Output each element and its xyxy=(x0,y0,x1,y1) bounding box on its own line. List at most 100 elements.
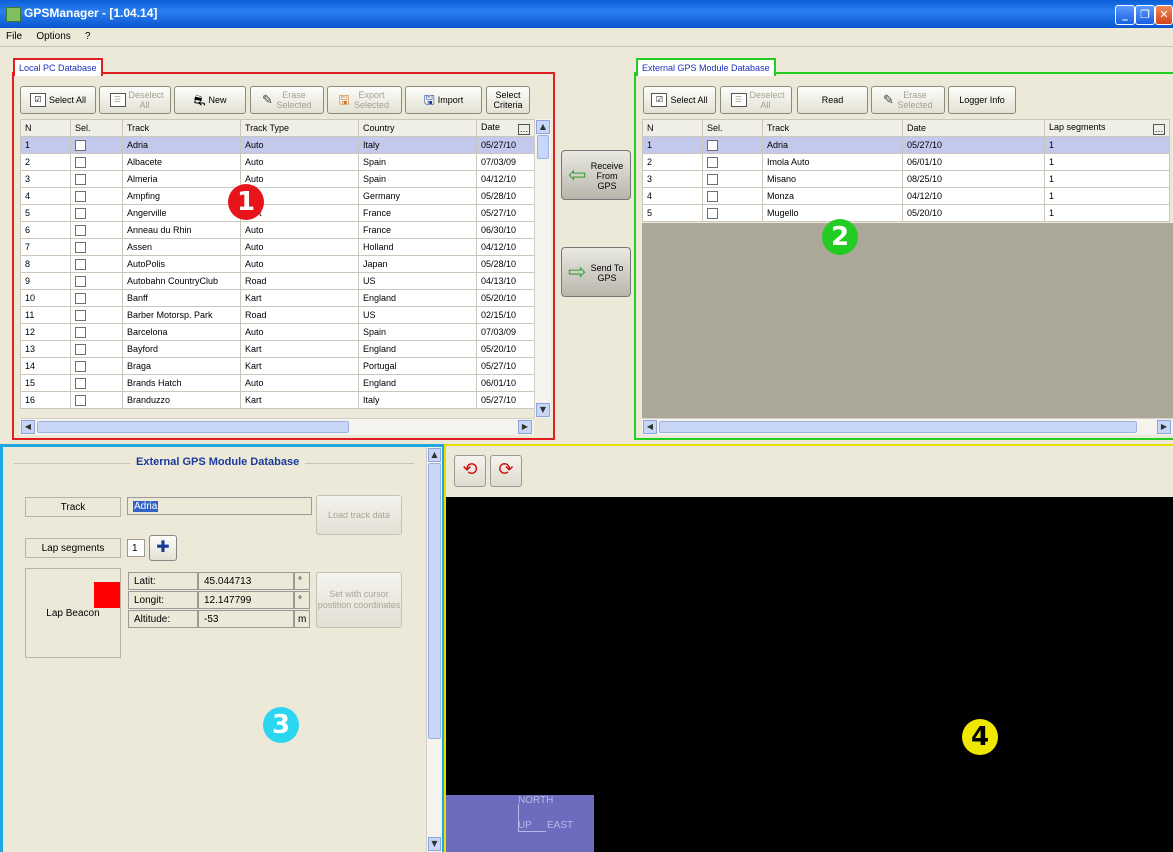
scroll-right-icon[interactable]: ▶ xyxy=(1157,420,1171,434)
scroll-up-icon[interactable]: ▲ xyxy=(536,120,550,134)
table-row[interactable]: 1 Adria Auto Italy 05/27/10 xyxy=(20,136,535,154)
table-row[interactable]: 13 Bayford Kart England 05/20/10 xyxy=(20,340,535,358)
table-row[interactable]: 4 Monza 04/12/10 1 xyxy=(642,187,1170,205)
col-track-type[interactable]: Track Type xyxy=(240,119,359,137)
scroll-left-icon[interactable]: ◀ xyxy=(21,420,35,434)
scroll-up-icon[interactable]: ▲ xyxy=(428,448,441,462)
col-track[interactable]: Track xyxy=(762,119,903,137)
row-checkbox-cell[interactable] xyxy=(702,170,763,188)
menu-help[interactable]: ? xyxy=(79,28,96,42)
row-checkbox-cell[interactable] xyxy=(70,255,123,273)
logger-info-button[interactable]: Logger Info xyxy=(948,86,1016,114)
track-field[interactable]: Adria xyxy=(127,497,312,515)
row-checkbox-cell[interactable] xyxy=(70,306,123,324)
external-db-tab[interactable]: External GPS Module Database xyxy=(636,58,776,76)
import-button[interactable]: 🖫 Import xyxy=(405,86,482,114)
table-row[interactable]: 7 Assen Auto Holland 04/12/10 xyxy=(20,238,535,256)
table-row[interactable]: 10 Banff Kart England 05/20/10 xyxy=(20,289,535,307)
table-row[interactable]: 6 Anneau du Rhin Auto France 06/30/10 xyxy=(20,221,535,239)
row-checkbox[interactable] xyxy=(75,224,86,236)
minimize-button[interactable]: _ xyxy=(1115,5,1135,25)
scroll-right-icon[interactable]: ▶ xyxy=(518,420,532,434)
detail-vscroll[interactable]: ▲ ▼ xyxy=(426,447,442,852)
ext-select-all-button[interactable]: ☑ Select All xyxy=(643,86,716,114)
row-checkbox[interactable] xyxy=(707,190,718,202)
menu-options[interactable]: Options xyxy=(30,28,75,42)
row-checkbox-cell[interactable] xyxy=(70,391,123,409)
row-checkbox-cell[interactable] xyxy=(70,204,123,222)
col-sel[interactable]: Sel. xyxy=(702,119,763,137)
table-row[interactable]: 3 Almeria Auto Spain 04/12/10 xyxy=(20,170,535,188)
select-criteria-button[interactable]: Select Criteria xyxy=(486,86,530,114)
table-row[interactable]: 11 Barber Motorsp. Park Road US 02/15/10 xyxy=(20,306,535,324)
row-checkbox-cell[interactable] xyxy=(70,153,123,171)
scroll-thumb[interactable] xyxy=(537,135,549,159)
row-checkbox[interactable] xyxy=(75,190,86,202)
column-chooser-icon[interactable]: … xyxy=(1153,123,1165,135)
table-row[interactable]: 2 Albacete Auto Spain 07/03/09 xyxy=(20,153,535,171)
column-chooser-icon[interactable]: … xyxy=(518,123,530,135)
external-db-hscroll[interactable]: ◀ ▶ xyxy=(642,418,1173,435)
rotate-right-button[interactable]: ⟳ xyxy=(490,455,522,487)
row-checkbox-cell[interactable] xyxy=(70,187,123,205)
row-checkbox-cell[interactable] xyxy=(70,238,123,256)
row-checkbox-cell[interactable] xyxy=(70,221,123,239)
row-checkbox[interactable] xyxy=(707,139,718,151)
scroll-down-icon[interactable]: ▼ xyxy=(428,837,441,851)
table-row[interactable]: 8 AutoPolis Auto Japan 05/28/10 xyxy=(20,255,535,273)
table-row[interactable]: 12 Barcelona Auto Spain 07/03/09 xyxy=(20,323,535,341)
export-selected-button[interactable]: 🖫 Export Selected xyxy=(327,86,402,114)
row-checkbox-cell[interactable] xyxy=(70,357,123,375)
col-country[interactable]: Country xyxy=(358,119,477,137)
erase-selected-button[interactable]: ✎ Erase Selected xyxy=(250,86,324,114)
row-checkbox[interactable] xyxy=(75,275,86,287)
row-checkbox-cell[interactable] xyxy=(702,136,763,154)
read-button[interactable]: Read xyxy=(797,86,868,114)
col-n[interactable]: N xyxy=(642,119,703,137)
table-row[interactable]: 5 Mugello 05/20/10 1 xyxy=(642,204,1170,222)
row-checkbox[interactable] xyxy=(75,258,86,270)
col-sel[interactable]: Sel. xyxy=(70,119,123,137)
hscroll-thumb[interactable] xyxy=(659,421,1137,433)
close-button[interactable]: ✕ xyxy=(1155,5,1173,25)
row-checkbox-cell[interactable] xyxy=(70,340,123,358)
row-checkbox[interactable] xyxy=(75,326,86,338)
select-all-button[interactable]: ☑ Select All xyxy=(20,86,96,114)
lap-segments-field[interactable]: 1 xyxy=(127,539,145,557)
row-checkbox[interactable] xyxy=(75,207,86,219)
row-checkbox[interactable] xyxy=(75,173,86,185)
row-checkbox[interactable] xyxy=(707,156,718,168)
table-row[interactable]: 5AngervilleKartFrance05/27/10 xyxy=(20,204,535,222)
longit-field[interactable]: 12.147799 xyxy=(198,591,294,609)
table-row[interactable]: 9 Autobahn CountryClub Road US 04/13/10 xyxy=(20,272,535,290)
row-checkbox[interactable] xyxy=(75,139,86,151)
row-checkbox[interactable] xyxy=(75,343,86,355)
col-date[interactable]: Date xyxy=(902,119,1045,137)
col-lap-segments[interactable]: Lap segments… xyxy=(1044,119,1170,137)
row-checkbox-cell[interactable] xyxy=(702,153,763,171)
set-with-cursor-button[interactable]: Set with cursor postition coordinates xyxy=(316,572,402,628)
row-checkbox[interactable] xyxy=(75,292,86,304)
table-row[interactable]: 4AmpfingKartGermany05/28/10 xyxy=(20,187,535,205)
deselect-all-button[interactable]: ☰ Deselect All xyxy=(99,86,171,114)
table-row[interactable]: 16 Branduzzo Kart Italy 05/27/10 xyxy=(20,391,535,409)
scroll-left-icon[interactable]: ◀ xyxy=(643,420,657,434)
row-checkbox[interactable] xyxy=(75,309,86,321)
scroll-thumb[interactable] xyxy=(428,463,441,739)
new-button[interactable]: ⛐ New xyxy=(174,86,246,114)
table-row[interactable]: 1 Adria 05/27/10 1 xyxy=(642,136,1170,154)
latit-field[interactable]: 45.044713 xyxy=(198,572,294,590)
altitude-field[interactable]: -53 xyxy=(198,610,294,628)
add-segment-icon[interactable]: ✚ xyxy=(149,535,177,561)
row-checkbox-cell[interactable] xyxy=(702,204,763,222)
col-n[interactable]: N xyxy=(20,119,71,137)
send-to-gps-button[interactable]: ⇨ Send To GPS xyxy=(561,247,631,297)
col-date[interactable]: Date … xyxy=(476,119,535,137)
col-track[interactable]: Track xyxy=(122,119,241,137)
row-checkbox-cell[interactable] xyxy=(70,272,123,290)
table-row[interactable]: 14 Braga Kart Portugal 05/27/10 xyxy=(20,357,535,375)
hscroll-thumb[interactable] xyxy=(37,421,349,433)
row-checkbox[interactable] xyxy=(75,360,86,372)
ext-deselect-all-button[interactable]: ☰ Deselect All xyxy=(720,86,792,114)
ext-erase-selected-button[interactable]: ✎ Erase Selected xyxy=(871,86,945,114)
